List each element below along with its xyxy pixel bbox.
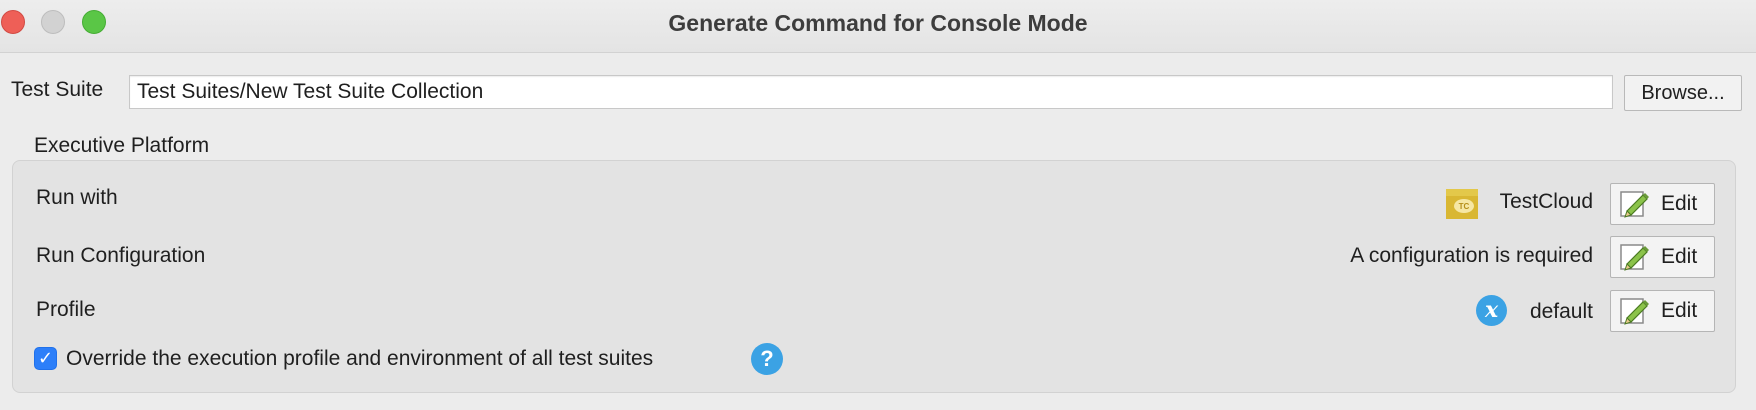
override-checkbox-label[interactable]: Override the execution profile and envir… [66, 347, 653, 371]
profile-value: default [1529, 300, 1593, 323]
run-configuration-edit-button[interactable]: Edit [1610, 236, 1715, 278]
run-configuration-value: A configuration is required [1350, 244, 1593, 267]
profile-edit-button[interactable]: Edit [1610, 290, 1715, 332]
run-with-value: TestCloud [1499, 190, 1593, 213]
checkmark-icon: ✓ [37, 348, 54, 368]
override-checkbox[interactable]: ✓ [34, 347, 57, 370]
help-icon[interactable]: ? [751, 343, 783, 375]
profile-label: Profile [36, 298, 96, 321]
run-with-label: Run with [36, 186, 118, 209]
run-with-edit-button[interactable]: Edit [1610, 183, 1715, 225]
test-suite-input[interactable] [129, 75, 1613, 109]
edit-pencil-icon [1620, 191, 1649, 218]
variable-icon: x [1476, 295, 1507, 326]
edit-label: Edit [1661, 192, 1698, 215]
testcloud-icon: TC [1446, 189, 1478, 219]
test-suite-label: Test Suite [11, 78, 104, 101]
window-title: Generate Command for Console Mode [668, 10, 1088, 36]
title-bar: Generate Command for Console Mode [0, 0, 1756, 53]
edit-pencil-icon [1620, 244, 1649, 271]
executive-platform-title: Executive Platform [34, 134, 210, 157]
edit-label: Edit [1661, 245, 1698, 268]
run-configuration-label: Run Configuration [36, 244, 206, 267]
edit-label: Edit [1661, 299, 1698, 322]
svg-text:TC: TC [1459, 202, 1470, 211]
browse-button[interactable]: Browse... [1624, 75, 1742, 111]
edit-pencil-icon [1620, 298, 1649, 325]
